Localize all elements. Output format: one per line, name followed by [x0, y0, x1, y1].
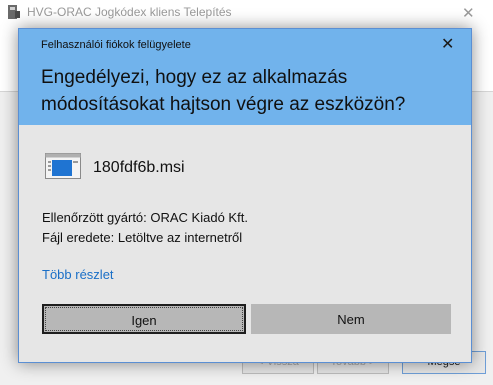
uac-header: Felhasználói fiókok felügyelete ✕ Engedé… — [19, 29, 471, 125]
more-details-link[interactable]: Több részlet — [42, 267, 114, 282]
uac-caption: Felhasználói fiókok felügyelete — [41, 39, 191, 51]
installer-title: HVG-ORAC Jogkódex kliens Telepítés — [27, 5, 232, 19]
focus-ring — [45, 307, 243, 331]
no-button-label: Nem — [337, 312, 365, 327]
file-origin-text: Fájl eredete: Letöltve az internetről — [42, 230, 243, 245]
close-icon[interactable]: ✕ — [441, 34, 454, 54]
installer-app-icon — [8, 5, 20, 19]
yes-button[interactable]: Igen — [42, 304, 246, 334]
publisher-text: Ellenőrzött gyártó: ORAC Kiadó Kft. — [42, 210, 248, 225]
uac-question-line1: Engedélyezi, hogy ez az alkalmazás — [41, 67, 348, 88]
installer-file-icon — [45, 153, 81, 179]
installer-titlebar: HVG-ORAC Jogkódex kliens Telepítés ✕ — [0, 0, 493, 26]
installer-close-icon[interactable]: ✕ — [462, 4, 475, 22]
file-name: 180fdf6b.msi — [93, 159, 185, 176]
uac-question: Engedélyezi, hogy ez az alkalmazás módos… — [41, 64, 456, 118]
uac-dialog: Felhasználói fiókok felügyelete ✕ Engedé… — [18, 28, 472, 363]
no-button[interactable]: Nem — [251, 304, 451, 334]
uac-question-line2: módosításokat hajtson végre az eszközön? — [41, 94, 406, 115]
